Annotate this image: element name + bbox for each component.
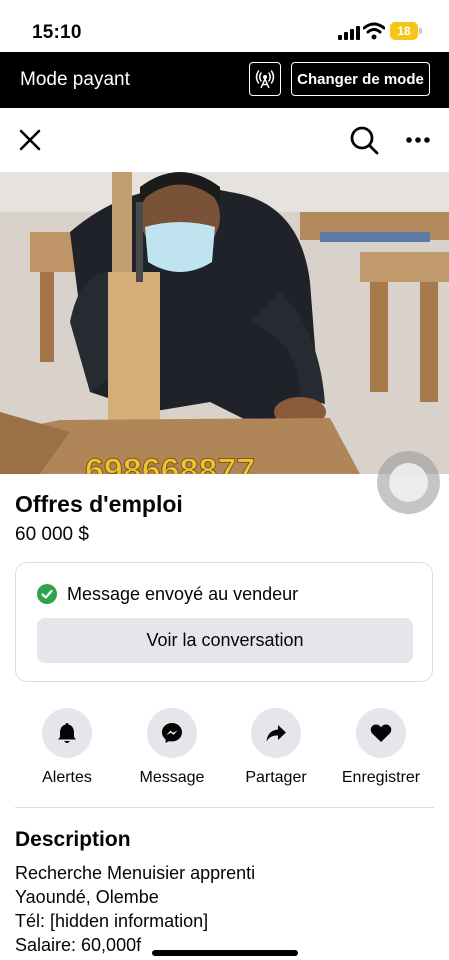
listing-photo-art: 698668877 — [0, 172, 449, 474]
alerts-button[interactable] — [42, 708, 92, 758]
close-icon[interactable] — [18, 128, 42, 152]
wifi-icon — [363, 22, 385, 40]
share-button[interactable] — [251, 708, 301, 758]
description-line: Recherche Menuisier apprenti — [15, 863, 256, 883]
share-action[interactable]: Partager — [226, 708, 326, 787]
mode-title: Mode payant — [20, 69, 130, 90]
status-time: 15:10 — [32, 22, 82, 43]
view-conversation-button[interactable]: Voir la conversation — [37, 618, 413, 663]
share-label: Partager — [245, 769, 307, 786]
check-circle-icon — [37, 584, 57, 604]
alerts-label: Alertes — [42, 769, 92, 786]
photo-watermark: 698668877 — [85, 452, 255, 474]
message-card: Message envoyé au vendeur Voir la conver… — [15, 562, 433, 682]
save-action[interactable]: Enregistrer — [331, 708, 431, 787]
alerts-action[interactable]: Alertes — [17, 708, 117, 787]
mode-bar: Mode payant Changer de mode — [0, 52, 449, 108]
message-sent-text: Message envoyé au vendeur — [67, 584, 299, 604]
broadcast-icon — [255, 70, 275, 89]
message-action[interactable]: Message — [122, 708, 222, 787]
nav-bar — [0, 108, 449, 172]
save-button[interactable] — [356, 708, 406, 758]
search-icon[interactable] — [349, 125, 379, 155]
broadcast-button[interactable] — [249, 62, 281, 96]
battery-level: 18 — [390, 22, 418, 40]
description-line: Tél: [hidden information] — [15, 911, 209, 931]
message-label: Message — [139, 769, 205, 786]
more-icon[interactable] — [405, 135, 431, 145]
description-body: Recherche Menuisier apprenti Yaoundé, Ol… — [15, 861, 255, 957]
listing-price: 60 000 $ — [15, 524, 89, 545]
bell-icon — [58, 723, 76, 743]
switch-mode-button[interactable]: Changer de mode — [291, 62, 430, 96]
home-indicator[interactable] — [152, 950, 298, 956]
section-divider — [15, 807, 434, 808]
message-button[interactable] — [147, 708, 197, 758]
description-heading: Description — [15, 828, 131, 851]
heart-icon — [370, 724, 392, 742]
share-icon — [266, 725, 286, 742]
floating-overlay-inner — [389, 463, 428, 502]
floating-overlay-button[interactable] — [377, 451, 440, 514]
listing-photo[interactable]: 698668877 — [0, 172, 449, 474]
description-line: Yaoundé, Olembe — [15, 887, 159, 907]
battery-tip — [419, 28, 422, 34]
battery-icon: 18 — [390, 22, 422, 40]
messenger-icon — [162, 723, 182, 743]
status-bar: 15:10 18 — [0, 0, 449, 52]
save-label: Enregistrer — [341, 769, 421, 786]
listing-title: Offres d'emploi — [15, 491, 183, 517]
signal-icon — [338, 26, 360, 40]
